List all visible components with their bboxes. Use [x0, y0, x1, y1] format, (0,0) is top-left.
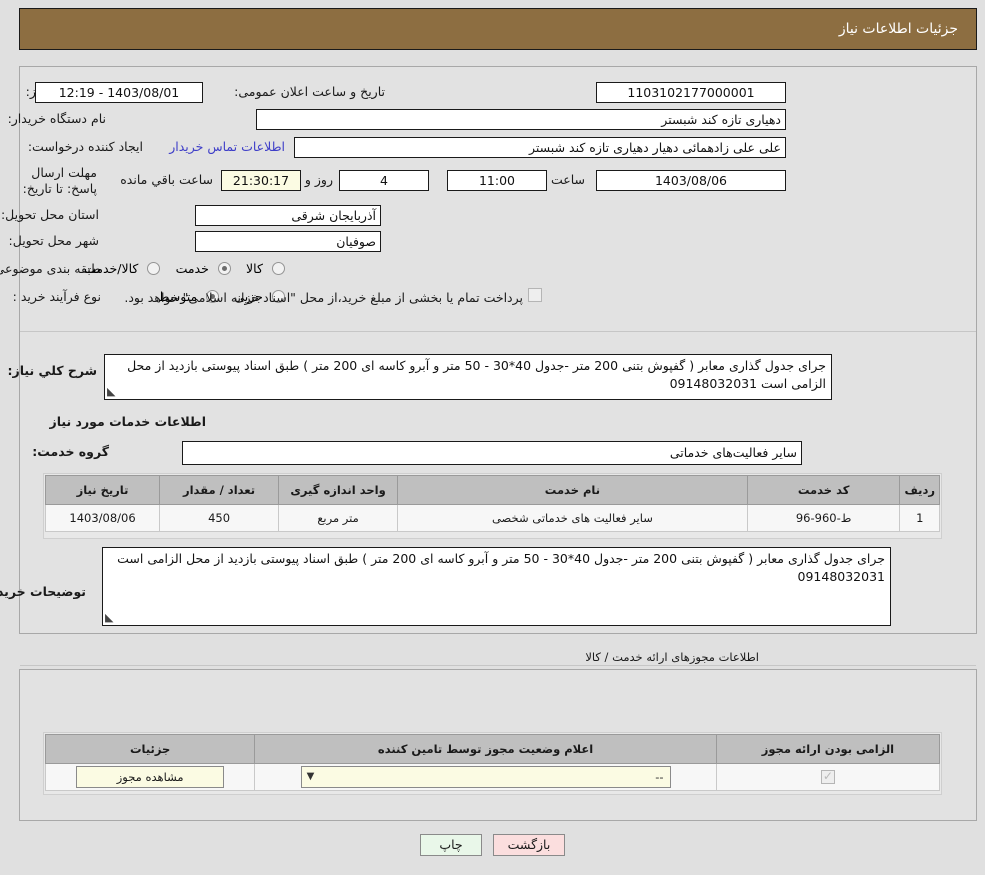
category-option-khedmat[interactable]: خدمت [160, 258, 231, 277]
process-label: نوع فرآیند خرید : [12, 289, 101, 304]
need-number-value: 1103102177000001 [596, 82, 786, 103]
services-table: ردیف کد خدمت نام خدمت واحد اندازه گیری ت… [44, 475, 940, 532]
chevron-down-icon: ▼ [306, 771, 315, 782]
days-remaining-value: 4 [339, 170, 429, 191]
col-quantity: تعداد / مقدار [159, 475, 280, 505]
radio-kala-khedmat-icon[interactable] [147, 262, 161, 275]
buyer-contact-link[interactable]: اطلاعات تماس خریدار [169, 139, 285, 154]
city-label: شهر محل تحویل: [8, 233, 99, 248]
back-button[interactable]: بازگشت [493, 834, 565, 856]
cell-radif: 1 [899, 504, 940, 532]
deadline-hour-value: 11:00 [447, 170, 547, 191]
col-license-required: الزامی بودن ارائه مجوز [715, 734, 941, 764]
licenses-table-header-row: الزامی بودن ارائه مجوز اعلام وضعیت مجوز … [44, 734, 941, 764]
deadline-date-value: 1403/08/06 [596, 170, 786, 191]
licenses-caption: اطلاعات مجوزهای ارائه خدمت / کالا [585, 650, 759, 664]
table-row: ▼ -- مشاهده مجوز [44, 763, 941, 791]
payment-note-checkbox[interactable] [528, 288, 542, 302]
buyer-notes-text: جرای جدول گذاری معابر ( گفپوش بتنی 200 م… [117, 551, 885, 584]
page-title: جزئیات اطلاعات نیاز [838, 21, 958, 37]
buyer-notes-label: توضیحات خریدار: [0, 584, 86, 599]
table-row: 1 ط-960-96 سایر فعالیت های خدماتی شخصی م… [44, 504, 940, 532]
divider-2 [20, 665, 976, 666]
license-status-value: -- [655, 770, 664, 784]
creator-value: علی علی زادهمائی دهیار دهیاری تازه کند ش… [294, 137, 786, 158]
summary-textarea[interactable]: جرای جدول گذاری معابر ( گفپوش بتنی 200 م… [104, 354, 832, 400]
cell-license-status: ▼ -- [254, 763, 717, 791]
col-unit: واحد اندازه گیری [278, 475, 399, 505]
cell-need-date: 1403/08/06 [44, 504, 161, 532]
resize-grip-icon[interactable]: ◢ [107, 385, 119, 398]
deadline-hour-label: ساعت [550, 172, 585, 187]
divider-1 [20, 331, 976, 332]
countdown-timer: 21:30:17 [221, 170, 301, 191]
radio-kala-icon[interactable] [272, 262, 285, 275]
view-license-button[interactable]: مشاهده مجوز [76, 766, 225, 788]
category-option-kala-khedmat-label: کالا/خدمت [84, 261, 139, 276]
col-name: نام خدمت [397, 475, 748, 505]
province-value: آذربایجان شرقی [195, 205, 381, 226]
province-label: استان محل تحویل: [0, 207, 99, 222]
category-option-kala-khedmat[interactable]: کالا/خدمت [74, 258, 161, 277]
page-header: جزئیات اطلاعات نیاز [19, 8, 977, 50]
print-button[interactable]: چاپ [420, 834, 482, 856]
deadline-label: مهلت ارسال پاسخ: تا تاریخ: [22, 165, 97, 196]
col-license-details: جزئیات [44, 734, 256, 764]
buyer-org-label: نام دستگاه خریدار: [7, 111, 106, 126]
page-root: AriaTender .net T جزئیات اطلاعات نیاز شم… [0, 0, 985, 875]
days-remaining-label: روز و [304, 172, 333, 187]
license-required-checkbox[interactable] [820, 769, 835, 785]
cell-unit: متر مربع [278, 504, 399, 532]
category-option-kala-label: کالا [246, 261, 263, 276]
col-need-date: تاریخ نیاز [44, 475, 161, 505]
summary-label: شرح کلي نیاز: [7, 363, 97, 378]
services-table-header-row: ردیف کد خدمت نام خدمت واحد اندازه گیری ت… [44, 475, 940, 505]
license-status-select[interactable]: ▼ -- [300, 766, 671, 788]
radio-khedmat-icon[interactable] [217, 262, 231, 275]
announce-datetime-label: تاریخ و ساعت اعلان عمومی: [234, 84, 385, 99]
cell-code: ط-960-96 [746, 504, 901, 532]
col-radif: ردیف [899, 475, 940, 505]
cell-license-required [715, 763, 941, 791]
col-license-status: اعلام وضعیت مجوز توسط تامین کننده [254, 734, 717, 764]
buyer-notes-textarea[interactable]: جرای جدول گذاری معابر ( گفپوش بتنی 200 م… [102, 547, 891, 626]
creator-label: ایجاد کننده درخواست: [27, 139, 143, 154]
licenses-table: الزامی بودن ارائه مجوز اعلام وضعیت مجوز … [44, 734, 941, 791]
resize-grip-icon-2[interactable]: ◢ [105, 611, 117, 624]
summary-text: جرای جدول گذاری معابر ( گفپوش بتنی 200 م… [127, 358, 826, 391]
city-value: صوفیان [195, 231, 381, 252]
cell-name: سایر فعالیت های خدماتی شخصی [397, 504, 748, 532]
services-section-title: اطلاعات خدمات مورد نیاز [49, 414, 207, 429]
buyer-org-value: دهیاری تازه کند شبستر [256, 109, 786, 130]
category-option-khedmat-label: خدمت [175, 261, 209, 276]
service-group-value: سایر فعالیت‌های خدماتی [182, 441, 802, 465]
cell-license-details: مشاهده مجوز [44, 763, 256, 791]
announce-datetime-value: 1403/08/01 - 12:19 [35, 82, 203, 103]
cell-quantity: 450 [159, 504, 280, 532]
category-option-kala[interactable]: کالا [231, 258, 285, 277]
col-code: کد خدمت [746, 475, 901, 505]
service-group-label: گروه خدمت: [32, 444, 109, 459]
remaining-hours-label: ساعت باقي مانده [120, 172, 213, 187]
payment-note-text: پرداخت تمام یا بخشی از مبلغ خرید،از محل … [124, 290, 523, 305]
category-radio-group: کالا خدمت کالا/خدمت [74, 258, 285, 277]
